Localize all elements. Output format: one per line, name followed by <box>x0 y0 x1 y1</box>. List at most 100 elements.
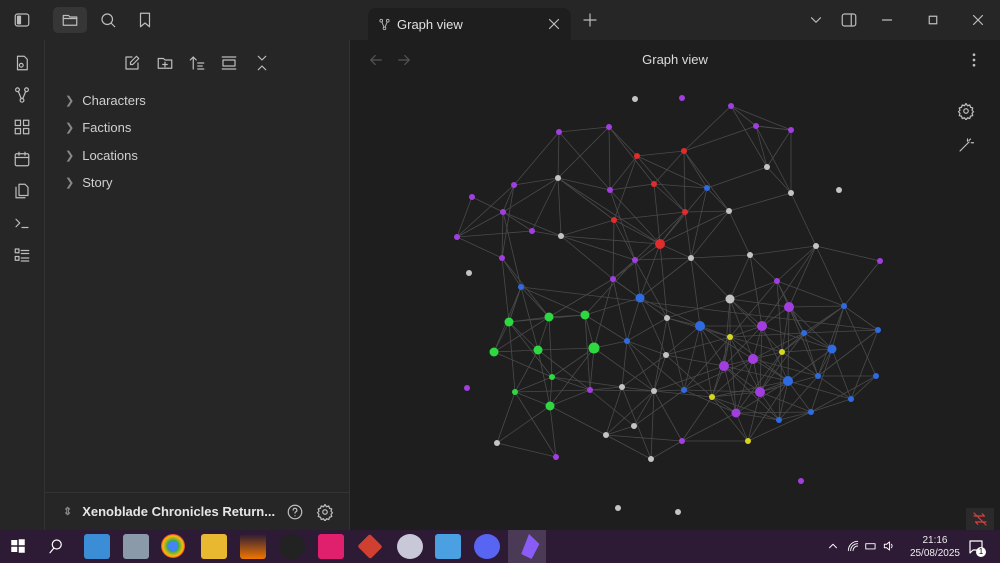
taskbar-app-icon[interactable] <box>84 534 110 559</box>
graph-node-blue[interactable] <box>624 338 630 344</box>
graph-node-green[interactable] <box>489 347 499 357</box>
volume-icon[interactable] <box>882 538 896 554</box>
taskbar-app-icon[interactable] <box>318 534 344 559</box>
graph-node-blue[interactable] <box>783 376 793 386</box>
search-icon[interactable] <box>96 9 120 31</box>
graph-canvas[interactable] <box>350 40 1000 530</box>
calendar-icon[interactable] <box>11 148 33 170</box>
help-icon[interactable] <box>285 502 305 522</box>
graph-node-purple[interactable] <box>499 255 505 261</box>
graph-node-gray[interactable] <box>764 164 770 170</box>
graph-node-gray[interactable] <box>725 294 735 304</box>
graph-node-gray[interactable] <box>675 509 681 515</box>
vault-switcher[interactable]: ⇕ Xenoblade Chronicles Return... <box>45 492 350 530</box>
taskbar-app-icon[interactable] <box>123 534 149 559</box>
collapse-all-icon[interactable] <box>251 52 273 74</box>
graph-node-gray[interactable] <box>619 384 625 390</box>
graph-node-purple[interactable] <box>755 387 765 397</box>
graph-node-purple[interactable] <box>610 276 616 282</box>
graph-node-purple[interactable] <box>553 454 559 460</box>
graph-node-yellow[interactable] <box>745 438 751 444</box>
maximize-icon[interactable] <box>922 10 944 30</box>
obsidian-taskbar-button[interactable] <box>508 530 546 563</box>
tab-graph-view[interactable]: Graph view <box>368 8 571 40</box>
graph-node-purple[interactable] <box>788 127 794 133</box>
graph-node-purple[interactable] <box>748 354 758 364</box>
tasks-icon[interactable] <box>11 244 33 266</box>
graph-view-icon[interactable] <box>11 84 33 106</box>
open-quick-switcher-icon[interactable] <box>11 52 33 74</box>
graph-node-red[interactable] <box>655 239 665 249</box>
graph-node-purple[interactable] <box>728 103 734 109</box>
terminal-icon[interactable] <box>11 212 33 234</box>
graph-node-purple[interactable] <box>679 438 685 444</box>
new-note-icon[interactable] <box>121 52 143 74</box>
sync-error-icon[interactable] <box>966 508 994 530</box>
graph-node-green[interactable] <box>545 401 555 411</box>
graph-node-yellow[interactable] <box>779 349 785 355</box>
graph-node-gray[interactable] <box>494 440 500 446</box>
animate-wand-icon[interactable] <box>955 134 977 156</box>
battery-icon[interactable] <box>864 538 878 554</box>
taskbar-app-icon[interactable] <box>397 534 423 559</box>
graph-node-red[interactable] <box>651 181 657 187</box>
graph-node-purple[interactable] <box>877 258 883 264</box>
graph-node-yellow[interactable] <box>727 334 733 340</box>
graph-node-purple[interactable] <box>679 95 685 101</box>
graph-node-red[interactable] <box>681 148 687 154</box>
graph-node-green[interactable] <box>549 374 555 380</box>
graph-node-purple[interactable] <box>511 182 517 188</box>
graph-node-purple[interactable] <box>774 278 780 284</box>
graph-node-purple[interactable] <box>529 228 535 234</box>
graph-node-purple[interactable] <box>464 385 470 391</box>
graph-node-gray[interactable] <box>836 187 842 193</box>
graph-node-gray[interactable] <box>648 456 654 462</box>
graph-node-gray[interactable] <box>555 175 561 181</box>
windows-start-icon[interactable] <box>8 536 28 556</box>
graph-node-blue[interactable] <box>848 396 854 402</box>
graph-node-gray[interactable] <box>663 352 669 358</box>
folder-story[interactable]: ❯ Story <box>65 175 113 190</box>
bookmark-icon[interactable] <box>133 9 157 31</box>
notifications-icon[interactable]: 1 <box>966 537 986 557</box>
graph-node-green[interactable] <box>512 389 518 395</box>
graph-node-blue[interactable] <box>841 303 847 309</box>
graph-node-blue[interactable] <box>827 344 837 354</box>
graph-node-green[interactable] <box>544 312 554 322</box>
graph-node-gray[interactable] <box>688 255 694 261</box>
graph-node-purple[interactable] <box>719 361 729 371</box>
new-folder-icon[interactable] <box>154 52 176 74</box>
files-icon[interactable] <box>53 7 87 33</box>
file-explorer-icon[interactable] <box>201 534 227 559</box>
graph-node-blue[interactable] <box>635 293 645 303</box>
folder-factions[interactable]: ❯ Factions <box>65 120 131 135</box>
graph-node-blue[interactable] <box>875 327 881 333</box>
graph-node-blue[interactable] <box>518 284 524 290</box>
graph-node-gray[interactable] <box>788 190 794 196</box>
graph-node-red[interactable] <box>634 153 640 159</box>
graph-node-gray[interactable] <box>615 505 621 511</box>
graph-node-purple[interactable] <box>587 387 593 393</box>
graph-node-gray[interactable] <box>726 208 732 214</box>
folder-characters[interactable]: ❯ Characters <box>65 93 146 108</box>
taskbar-app-icon[interactable] <box>357 533 383 560</box>
graph-settings-icon[interactable] <box>955 100 977 122</box>
wifi-icon[interactable] <box>846 538 860 554</box>
graph-node-green[interactable] <box>504 317 514 327</box>
auto-reveal-icon[interactable] <box>218 52 240 74</box>
graph-node-gray[interactable] <box>664 315 670 321</box>
graph-node-blue[interactable] <box>704 185 710 191</box>
graph-node-blue[interactable] <box>801 330 807 336</box>
graph-node-blue[interactable] <box>681 387 687 393</box>
chrome-icon[interactable] <box>161 534 185 558</box>
settings-icon[interactable] <box>315 502 335 522</box>
graph-node-purple[interactable] <box>784 302 794 312</box>
chevron-down-icon[interactable] <box>806 10 826 30</box>
toggle-right-sidebar-icon[interactable] <box>838 9 860 31</box>
graph-node-purple[interactable] <box>798 478 804 484</box>
graph-node-purple[interactable] <box>607 187 613 193</box>
taskbar-app-icon[interactable] <box>279 534 305 559</box>
minimize-icon[interactable] <box>876 10 898 30</box>
graph-node-gray[interactable] <box>631 423 637 429</box>
system-clock[interactable]: 21:16 25/08/2025 <box>910 534 960 560</box>
